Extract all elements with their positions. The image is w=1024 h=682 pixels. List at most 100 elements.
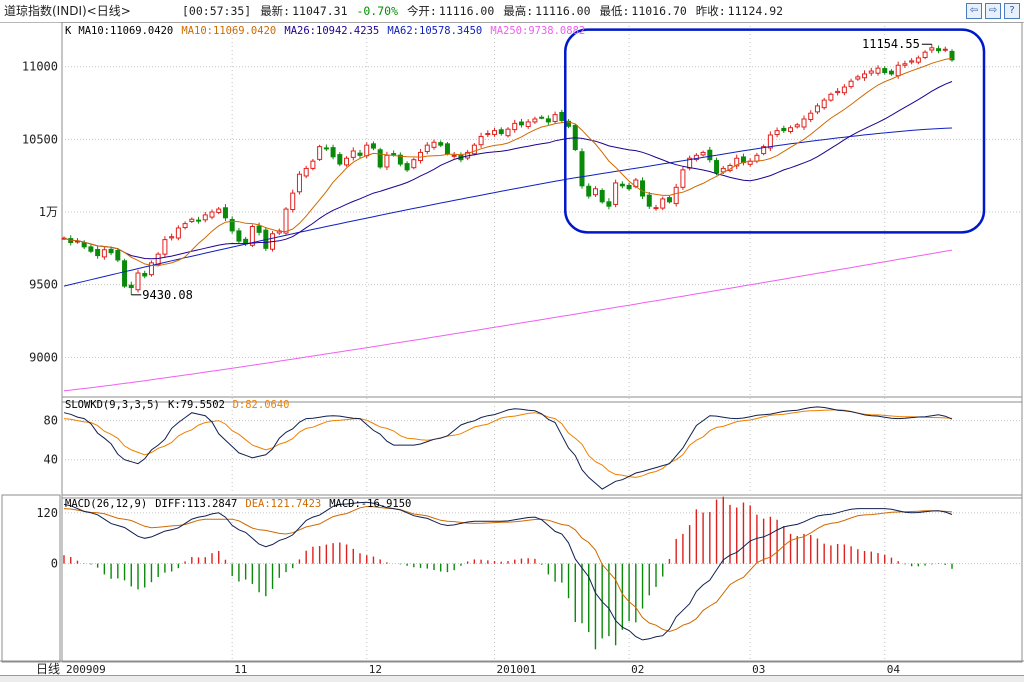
candle-down [888,70,894,75]
candle-up [384,154,390,168]
candle-up [175,227,181,239]
quote-latest: 11047.31 [292,4,348,18]
candle-up [942,48,948,51]
stock-chart[interactable]: 9000 9500 1万 10500 11000 40 80 0 120 9430.08 11154… [0,22,1024,675]
x-tick-label: 03 [752,663,765,675]
candle-up [794,124,800,128]
quote-prev-close: 11124.92 [727,4,784,18]
candle-down [404,163,410,171]
quote-high: 11116.00 [535,4,591,18]
candle-up [653,207,659,210]
candle-down [545,118,551,123]
candle-up [801,118,807,128]
candle-down [115,250,121,261]
candle-down [196,219,202,222]
candle-down [599,189,605,203]
window-title: 道琼指数(INDI)<日线> [4,4,131,18]
candle-up [505,128,511,137]
macd-legend-item: MACD:-16.9150 [329,498,411,510]
candle-down [498,129,504,135]
candle-down [781,127,787,132]
candle-down [707,149,713,161]
candle-down [714,160,720,174]
candle-up [189,218,195,222]
candle-up [680,169,686,188]
candle-down [323,147,329,150]
candle-up [135,272,141,291]
candle-down [646,194,652,207]
candle-up [162,239,168,255]
candle-up [532,118,538,123]
quote-open-label: 今开: [406,4,437,18]
x-tick-label: 200909 [66,663,106,675]
candle-up [283,208,289,234]
macd-legend-item: DIFF:113.2847 [155,498,237,510]
title-bar: 道琼指数(INDI)<日线> [00:57:35] 最新: 11047.31 -0… [0,0,1024,23]
candle-up [364,144,370,157]
candle-up [424,144,430,153]
candle-up [613,182,619,205]
candle-down [88,246,94,252]
candle-up [296,173,302,193]
candle-down [539,116,545,119]
candle-up [317,146,323,160]
kd-ytick-label: 80 [44,414,58,428]
quote-latest-label: 最新: [260,4,291,18]
candle-down [222,207,228,219]
main-ytick-label: 9000 [29,350,58,364]
forward-button[interactable]: ⇨ [985,3,1001,19]
candle-up [202,214,208,221]
kd-legend-item: K:79.5502 [168,399,225,411]
candle-up [862,73,868,79]
candle-down [122,260,128,287]
candle-up [828,93,834,101]
macd-legend-item: DEA:121.7423 [245,498,321,510]
candle-down [391,153,397,156]
candle-up [155,253,161,266]
candle-up [411,159,417,169]
candle-up [592,188,598,196]
kd-ytick-label: 40 [44,453,58,467]
candle-up [303,167,309,177]
candle-down [337,154,343,165]
main-ytick-label: 11000 [22,60,58,74]
candle-down [330,147,336,158]
candle-down [586,185,592,197]
candle-up [774,130,780,136]
x-axis-label: 日线 [36,662,60,675]
candle-up [915,57,921,63]
candle-up [492,130,498,135]
low-annotation: 9430.08 [142,288,193,302]
candle-up [290,192,296,211]
candle-up [929,47,935,51]
candle-up [350,150,356,158]
candle-up [471,144,477,155]
candle-down [370,143,376,149]
help-button[interactable]: ? [1004,3,1020,19]
candle-up [808,112,814,120]
candle-down [142,272,148,277]
main-legend-item: MA10:11069.0420 [181,25,276,37]
candle-down [619,183,625,187]
kd-legend-item: D:82.0640 [233,399,290,411]
candle-up [788,127,794,132]
macd-legend-item: MACD(26,12,9) [65,498,147,510]
candle-down [128,284,134,289]
candle-down [936,48,942,52]
candle-up [209,211,215,218]
candle-up [310,160,316,169]
back-button[interactable]: ⇦ [966,3,982,19]
candle-up [673,186,679,205]
macd-label-box [1,494,61,663]
kd-d-line [63,409,953,478]
candle-up [855,76,861,80]
candle-down [256,225,262,233]
macd-diff-line [63,501,953,641]
candle-up [922,51,928,59]
quote-high-label: 最高: [503,4,534,18]
candle-down [81,242,87,248]
kd-k-line [63,406,953,490]
candle-down [606,201,612,207]
candle-up [895,64,901,77]
ma10-line [63,57,953,267]
